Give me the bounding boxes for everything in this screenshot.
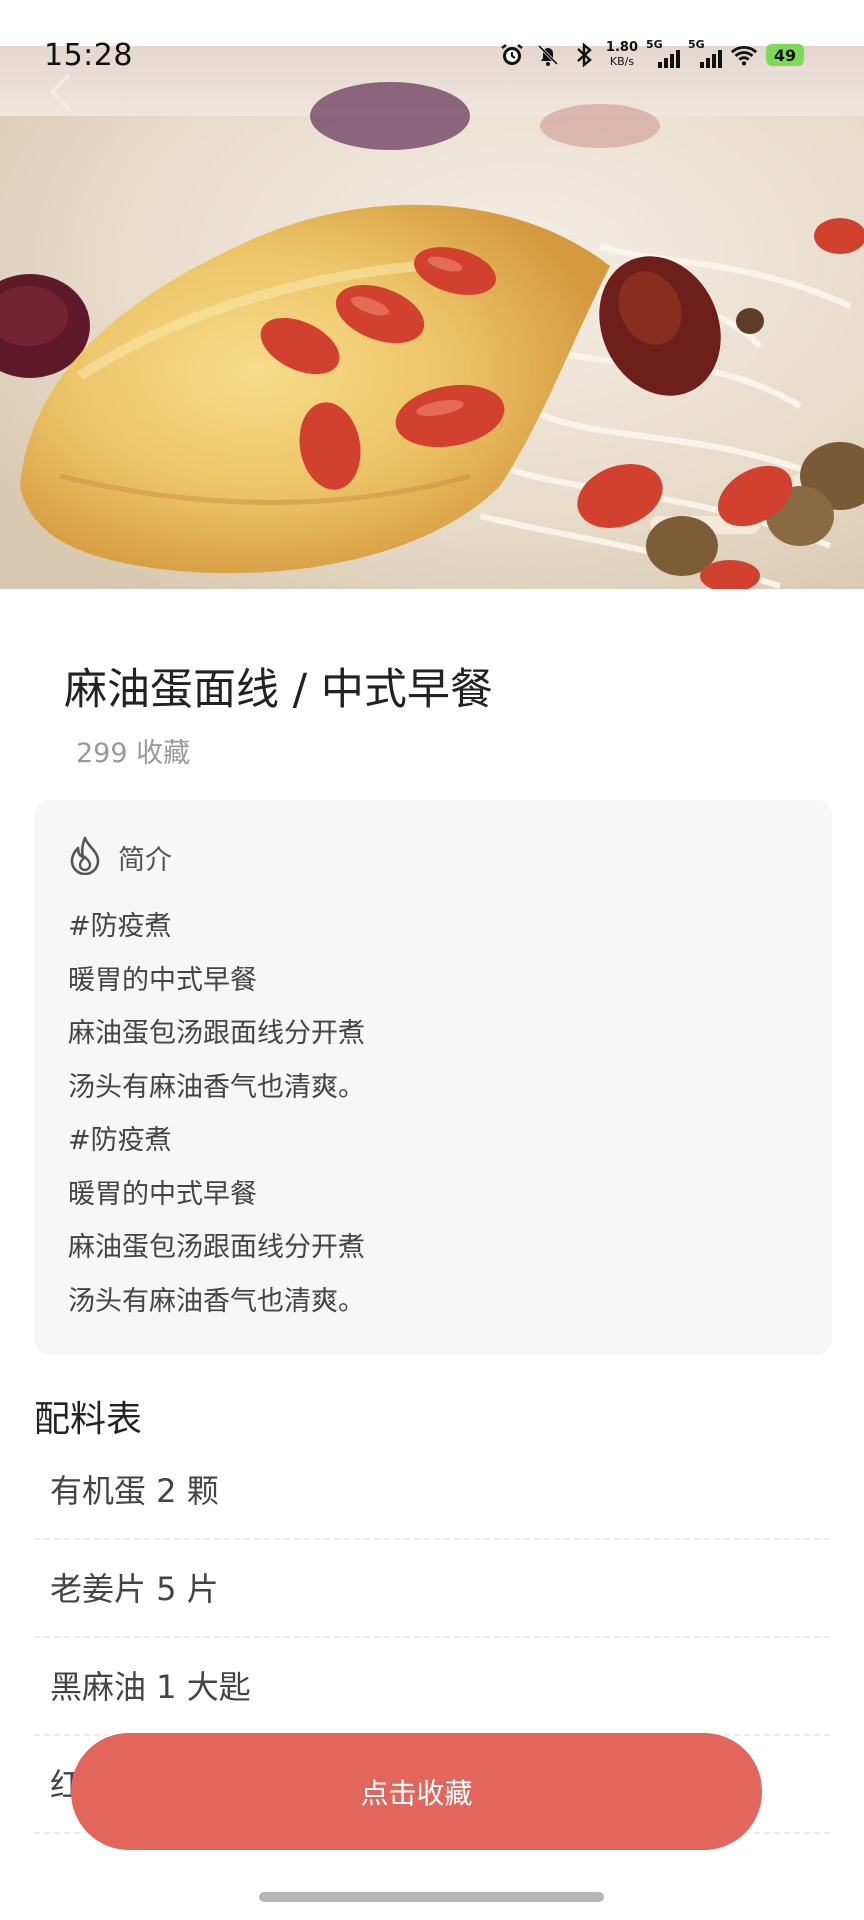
home-indicator[interactable] [259, 1892, 604, 1902]
collect-button[interactable]: 点击收藏 [71, 1733, 762, 1850]
intro-line: #防疫煮 [68, 911, 172, 942]
intro-line: 暖胃的中式早餐 [68, 1178, 257, 1210]
back-button[interactable] [40, 70, 84, 114]
status-time: 15:28 [44, 38, 133, 73]
network-speed-value: 1.80 [605, 40, 638, 55]
alarm-icon [498, 41, 526, 69]
food-photo-illustration [0, 46, 864, 589]
network-speed: 1.80 KB/s [606, 41, 638, 69]
intro-line: 麻油蛋包汤跟面线分开煮 [68, 1232, 365, 1263]
intro-text: #防疫煮 暖胃的中式早餐 麻油蛋包汤跟面线分开煮 汤头有麻油香气也清爽。 #防疫煮 暖胃的… [68, 900, 365, 1328]
recipe-title: 麻油蛋面线 / 中式早餐 [64, 665, 493, 715]
flame-icon [68, 835, 102, 879]
ingredient-item: 有机蛋 2 颗 [34, 1442, 830, 1540]
intro-line: 汤头有麻油香气也清爽。 [68, 1285, 365, 1317]
ingredients-title: 配料表 [34, 1399, 143, 1440]
recipe-detail-screen: 15:28 1.80 KB/s 5G 5G 49 麻油蛋面线 / 中式早餐 29… [0, 0, 864, 1920]
recipe-hero-image [0, 46, 864, 589]
bluetooth-icon [570, 41, 598, 69]
network-speed-unit: KB/s [609, 55, 635, 68]
chevron-left-icon [49, 74, 70, 110]
signal-bars-icon [658, 50, 680, 68]
battery-indicator: 49 [766, 44, 804, 66]
wifi-icon [730, 41, 758, 69]
signal-bars-icon [700, 50, 722, 68]
signal-2: 5G [688, 38, 722, 70]
intro-label: 简介 [118, 844, 172, 876]
intro-line: 暖胃的中式早餐 [68, 964, 257, 996]
intro-line: 汤头有麻油香气也清爽。 [68, 1071, 365, 1103]
intro-line: 麻油蛋包汤跟面线分开煮 [68, 1018, 365, 1049]
ingredient-item: 老姜片 5 片 [34, 1540, 830, 1638]
intro-line: #防疫煮 [68, 1125, 172, 1156]
signal-1: 5G [646, 38, 680, 70]
status-icons: 1.80 KB/s 5G 5G 49 [498, 38, 804, 72]
intro-header: 简介 [68, 835, 172, 879]
favorite-count: 299 收藏 [76, 738, 191, 769]
intro-card: 简介 #防疫煮 暖胃的中式早餐 麻油蛋包汤跟面线分开煮 汤头有麻油香气也清爽。 #防疫煮… [34, 800, 832, 1355]
bell-muted-icon [534, 41, 562, 69]
ingredient-item: 黑麻油 1 大匙 [34, 1638, 830, 1736]
